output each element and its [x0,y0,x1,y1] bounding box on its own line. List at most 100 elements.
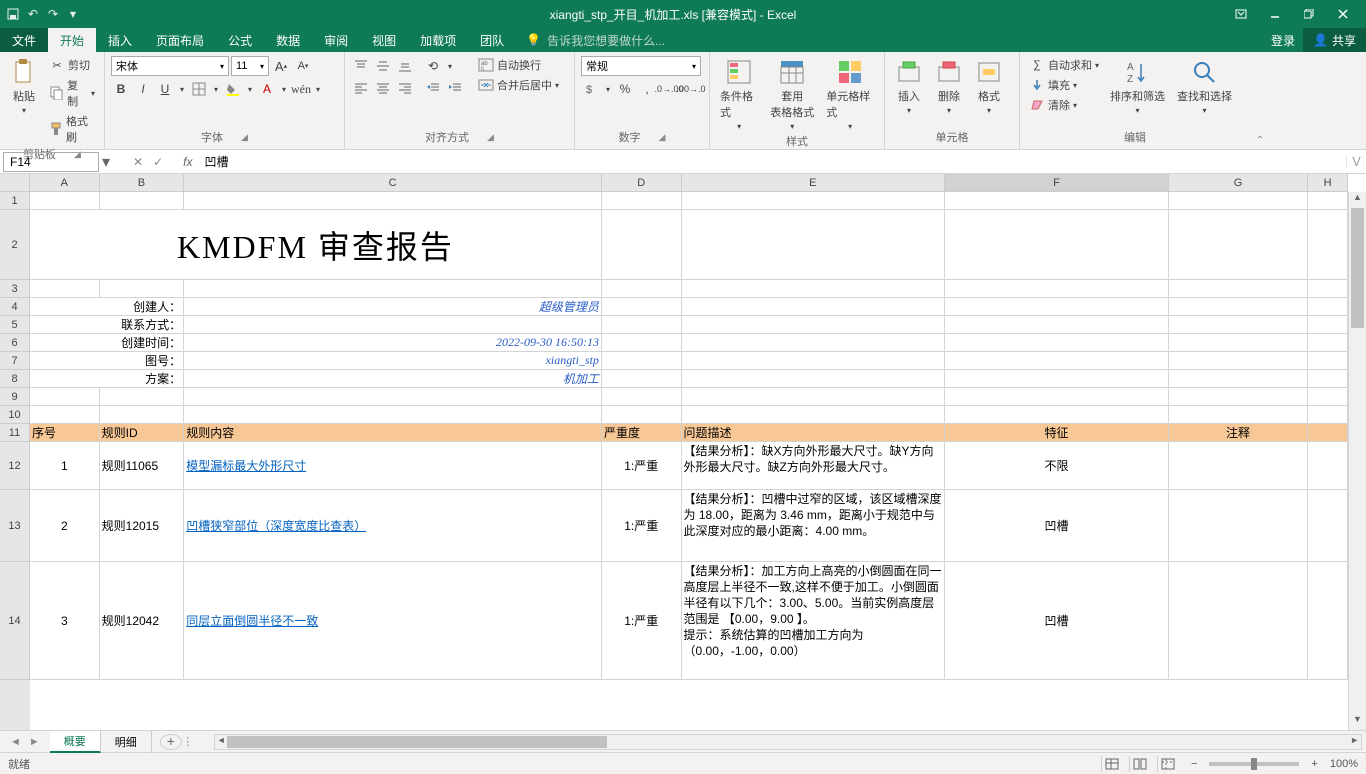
cell[interactable]: 2 [30,490,100,561]
cell[interactable] [945,316,1169,333]
qat-dropdown-icon[interactable]: ▾ [66,7,80,21]
col-header-G[interactable]: G [1169,174,1308,192]
cell[interactable] [1308,490,1348,561]
find-select-button[interactable]: 查找和选择▾ [1173,56,1236,117]
decrease-decimal-icon[interactable]: .00→.0 [681,79,701,99]
format-cell-button[interactable]: 格式▾ [971,56,1007,117]
cell[interactable] [1308,298,1348,315]
scroll-down-icon[interactable]: ▼ [1349,714,1366,730]
currency-icon[interactable]: $ [581,79,601,99]
cell[interactable] [100,192,185,209]
cell[interactable] [602,192,682,209]
insert-cell-button[interactable]: 插入▾ [891,56,927,117]
font-expand-icon[interactable]: ◢ [241,132,248,143]
cell[interactable] [1308,192,1348,209]
fontcolor-dd-icon[interactable]: ▾ [279,79,289,99]
underline-button[interactable]: U [155,79,175,99]
tab-split-icon[interactable]: ⋮ [182,735,194,748]
fx-icon[interactable]: fx [183,155,200,169]
menu-review[interactable]: 审阅 [312,28,360,52]
number-expand-icon[interactable]: ◢ [659,132,666,143]
cell[interactable] [100,388,185,405]
cell[interactable]: 【结果分析】：加工方向上高亮的小倒圆面在同一高度层上半径不一致,这样不便于加工。… [682,562,946,679]
cell[interactable] [945,406,1169,423]
cell[interactable] [1169,298,1308,315]
delete-cell-button[interactable]: 删除▾ [931,56,967,117]
cell[interactable]: 注释 [1169,424,1308,441]
cell[interactable]: 模型漏标最大外形尺寸 [184,442,602,489]
menu-addin[interactable]: 加载项 [408,28,468,52]
fill-dd-icon[interactable]: ▾ [245,79,255,99]
clear-button[interactable]: 清除 ▾ [1026,96,1102,114]
ribbon-options-icon[interactable] [1226,4,1256,24]
cell[interactable] [1308,210,1348,279]
bold-button[interactable]: B [111,79,131,99]
tab-nav-prev-icon[interactable]: ◄ [10,736,21,748]
vscroll-thumb[interactable] [1351,208,1364,328]
cell[interactable]: 规则12015 [100,490,185,561]
cell[interactable] [682,210,946,279]
grow-font-icon[interactable]: A▴ [271,56,291,76]
cell[interactable]: 凹槽 [945,562,1169,679]
row-header-14[interactable]: 14 [0,562,30,680]
cell[interactable] [602,280,682,297]
redo-icon[interactable]: ↷ [46,7,60,21]
zoom-slider[interactable] [1209,762,1299,766]
row-header-2[interactable]: 2 [0,210,30,280]
cell[interactable] [945,192,1169,209]
indent-decrease-icon[interactable] [423,78,443,98]
cell[interactable] [945,280,1169,297]
border-dd-icon[interactable]: ▾ [211,79,221,99]
cell[interactable] [1169,352,1308,369]
merge-center-button[interactable]: 合并后居中 ▾ [475,76,562,94]
cell[interactable] [602,316,682,333]
hscroll-left-icon[interactable]: ◄ [217,735,226,745]
align-middle-icon[interactable] [373,56,393,76]
cut-button[interactable]: ✂剪切 [46,56,98,74]
formula-input[interactable] [200,152,1346,172]
sort-filter-button[interactable]: AZ排序和筛选▾ [1106,56,1169,117]
save-icon[interactable] [6,7,20,21]
col-header-H[interactable]: H [1308,174,1348,192]
cell[interactable] [100,280,185,297]
cell[interactable] [1169,562,1308,679]
cell[interactable] [945,298,1169,315]
phonetic-button[interactable]: wén [291,79,311,99]
cell[interactable] [1169,280,1308,297]
page-break-view-icon[interactable] [1157,756,1179,772]
login-button[interactable]: 登录 [1259,28,1303,52]
menu-team[interactable]: 团队 [468,28,516,52]
cell[interactable] [1169,192,1308,209]
align-left-icon[interactable] [351,78,371,98]
cell[interactable] [1169,210,1308,279]
cell[interactable] [1169,388,1308,405]
menu-view[interactable]: 视图 [360,28,408,52]
cell[interactable]: 1:严重 [602,490,682,561]
cell[interactable] [602,352,682,369]
cell[interactable]: 【结果分析】：凹槽中过窄的区域，该区域槽深度为 18.00，距离为 3.46 m… [682,490,946,561]
cell[interactable] [682,370,946,387]
italic-button[interactable]: I [133,79,153,99]
cell[interactable] [1308,388,1348,405]
cell[interactable] [1169,316,1308,333]
cell[interactable] [945,352,1169,369]
orientation-icon[interactable]: ⟲ [423,56,443,76]
cell[interactable] [1308,562,1348,679]
align-center-icon[interactable] [373,78,393,98]
restore-icon[interactable] [1294,4,1324,24]
cell[interactable]: 方案： [30,370,184,387]
cell[interactable] [1308,424,1348,441]
sheet-tab-detail[interactable]: 明细 [101,731,152,753]
cell[interactable] [682,406,946,423]
cell[interactable]: xiangti_stp [184,352,602,369]
share-button[interactable]: 👤共享 [1303,28,1366,52]
col-header-F[interactable]: F [945,174,1169,192]
row-header-6[interactable]: 6 [0,334,30,352]
cell[interactable]: 2022-09-30 16:50:13 [184,334,602,351]
enter-formula-icon[interactable]: ✓ [153,155,163,169]
menu-layout[interactable]: 页面布局 [144,28,216,52]
underline-dd-icon[interactable]: ▾ [177,79,187,99]
cell[interactable]: KMDFM 审查报告 [30,210,602,279]
cell[interactable] [602,388,682,405]
cell[interactable]: 同层立面倒圆半径不一致 [184,562,602,679]
